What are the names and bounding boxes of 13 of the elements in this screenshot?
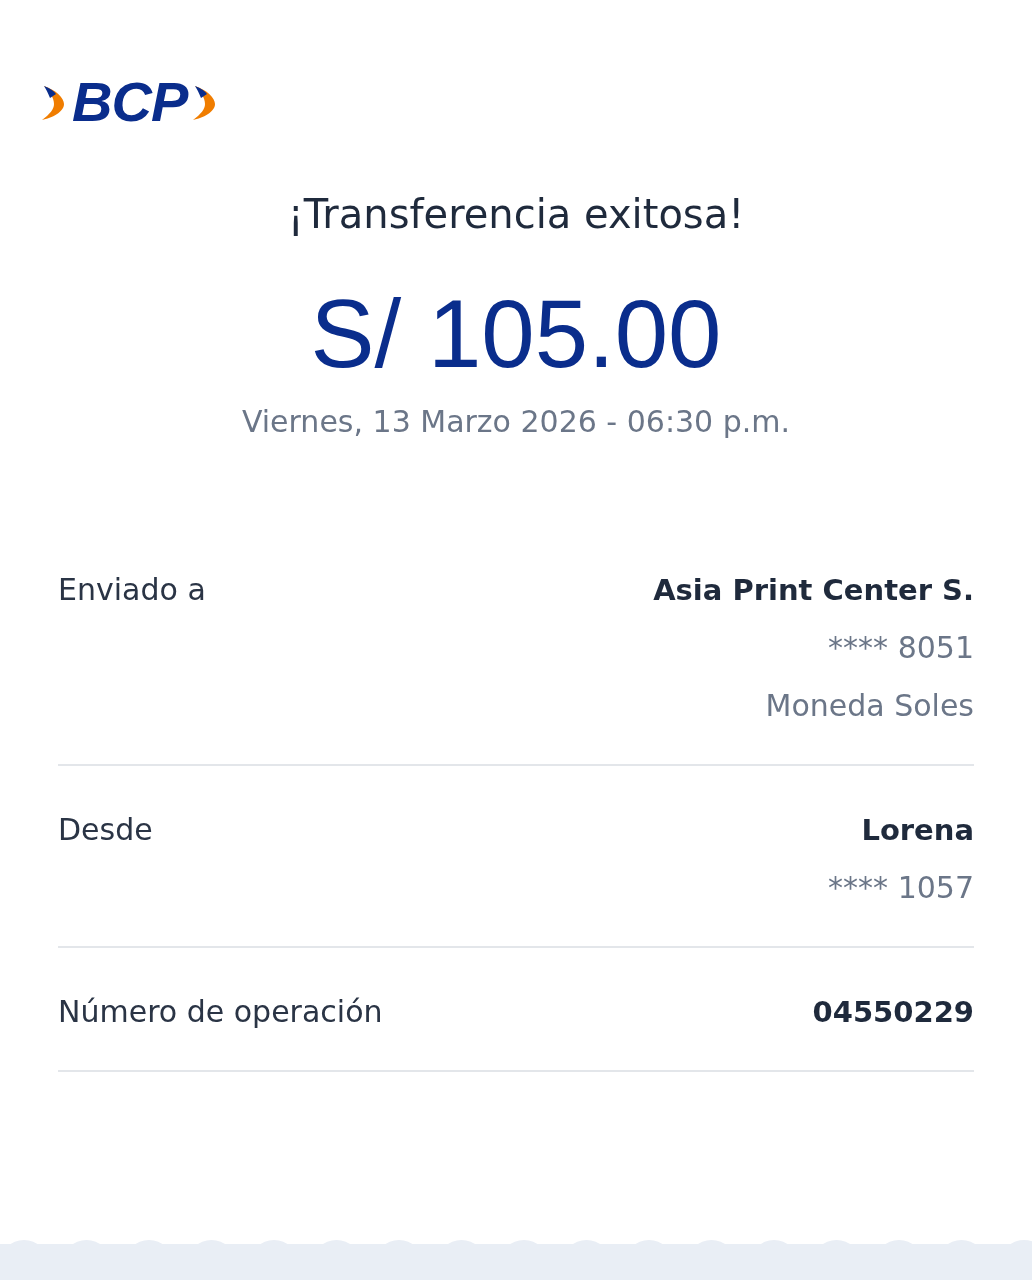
detail-value: Asia Print Center S. [653,572,974,609]
bank-logo: BCP [72,74,188,130]
success-title: ¡Transferencia exitosa! [286,190,746,239]
detail-value: 04550229 [812,994,974,1031]
detail-value: Moneda Soles [765,687,974,725]
transfer-date: Viernes, 13 Marzo 2026 - 06:30 p.m. [240,403,792,441]
detail-label: Número de operación [58,993,383,1031]
detail-value: **** 1057 [828,869,974,907]
detail-label: Desde [58,811,153,849]
detail-value: **** 8051 [828,629,974,667]
detail-value: Lorena [861,812,974,849]
detail-label: Enviado a [58,571,206,609]
transfer-amount: S/ 105.00 [309,284,723,384]
